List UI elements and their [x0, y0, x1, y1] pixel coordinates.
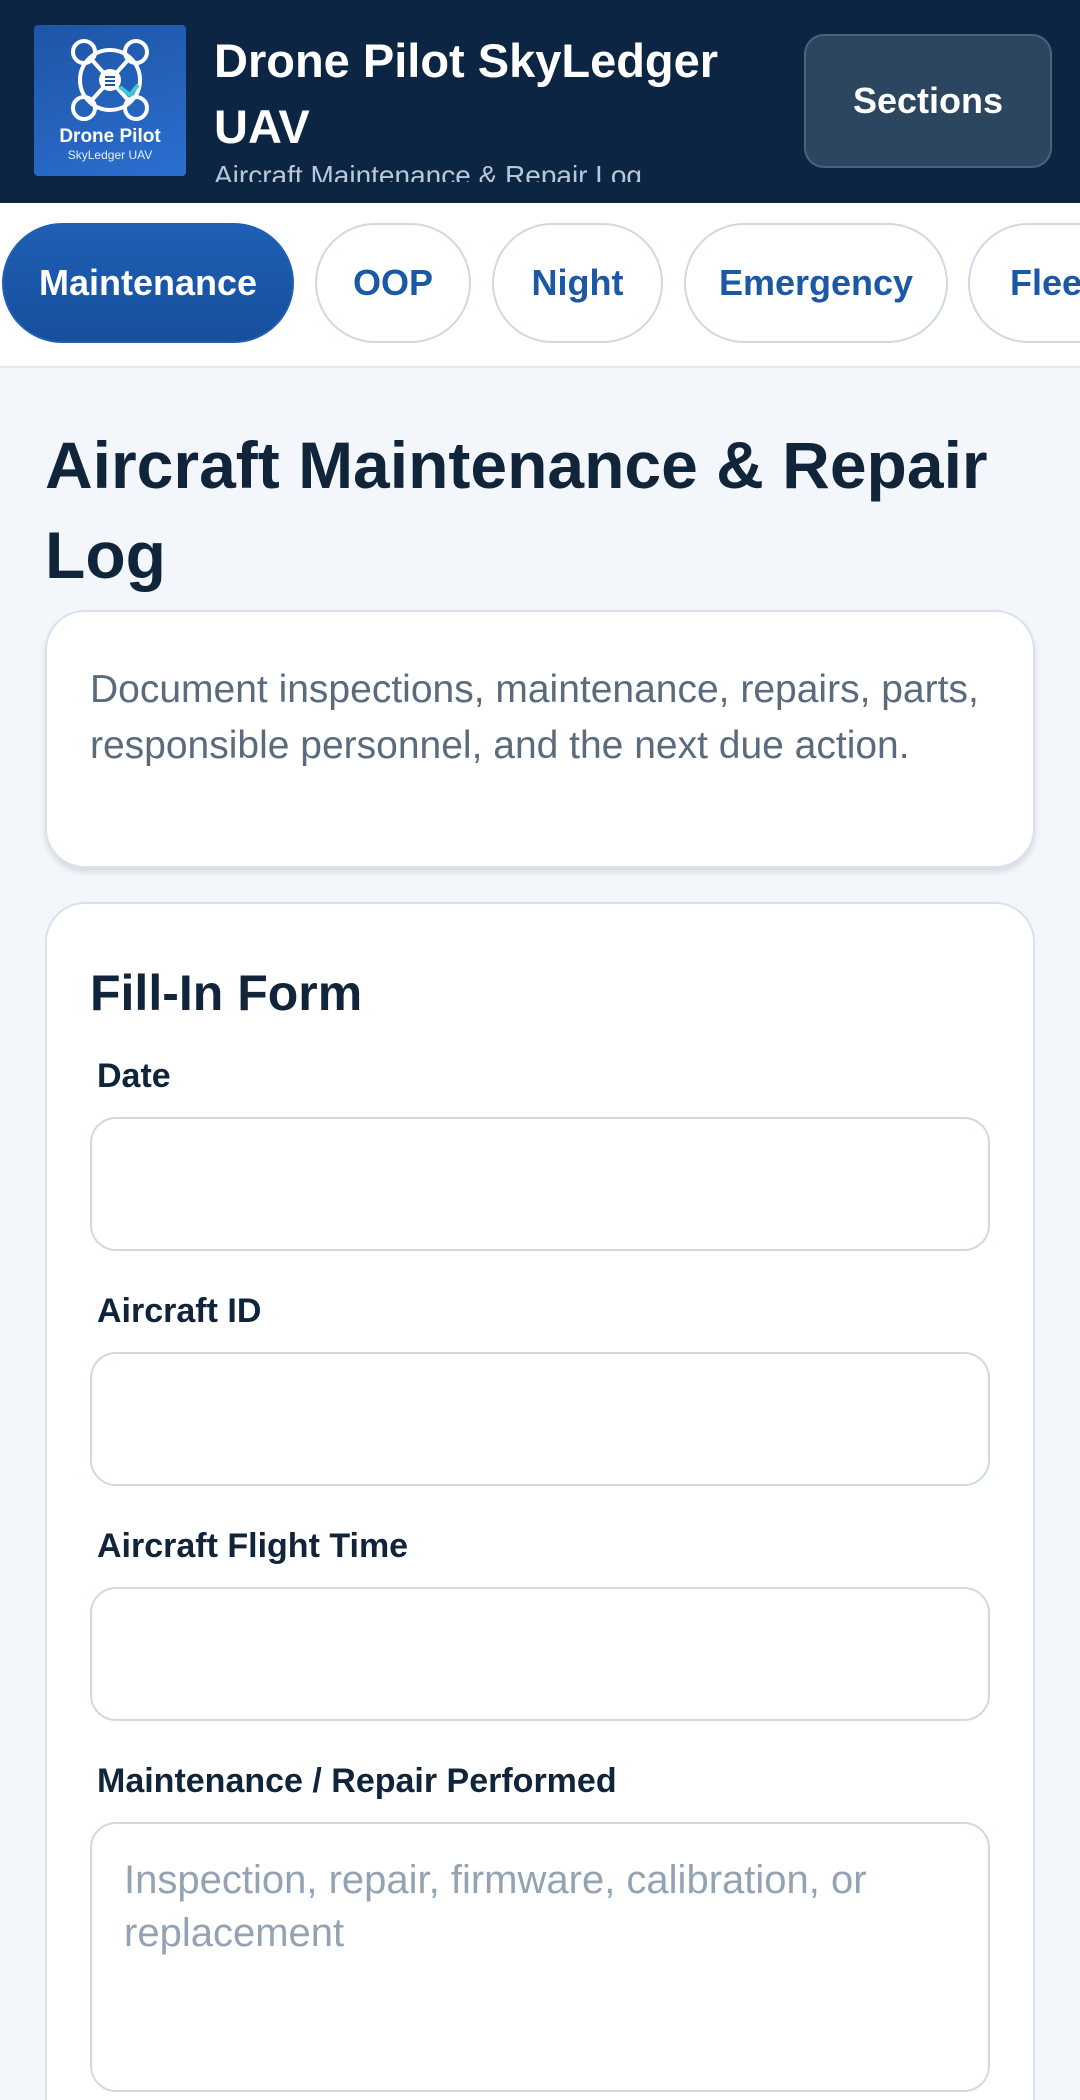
app-header: Drone Pilot SkyLedger UAV Drone Pilot Sk…	[0, 0, 1080, 203]
description-card: Document inspections, maintenance, repai…	[45, 610, 1035, 868]
maintenance-performed-label: Maintenance / Repair Performed	[97, 1762, 617, 1800]
logo-title: Drone Pilot	[59, 126, 161, 147]
date-label: Date	[97, 1057, 171, 1095]
section-tabs: Maintenance OOP Night Emergency Fleet	[0, 203, 1080, 368]
flight-time-label: Aircraft Flight Time	[97, 1527, 409, 1565]
maintenance-performed-textarea[interactable]	[90, 1822, 990, 2092]
tab-fleet[interactable]: Fleet	[968, 223, 1080, 343]
page-title: Aircraft Maintenance & Repair Log	[45, 428, 988, 592]
tab-maintenance[interactable]: Maintenance	[2, 223, 294, 343]
app-logo: Drone Pilot SkyLedger UAV	[34, 25, 186, 176]
flight-time-input[interactable]	[90, 1587, 990, 1721]
logo-subtitle: SkyLedger UAV	[67, 148, 153, 162]
tab-oop[interactable]: OOP	[315, 223, 471, 343]
aircraft-id-input[interactable]	[90, 1352, 990, 1486]
date-input[interactable]	[90, 1117, 990, 1251]
form-title: Fill-In Form	[90, 965, 363, 1021]
fill-in-form: Fill-In Form Date Aircraft ID Aircraft F…	[45, 902, 1035, 2100]
app-title: Drone Pilot SkyLedger UAV	[214, 34, 719, 153]
description-text: Document inspections, maintenance, repai…	[90, 668, 979, 767]
drone-icon	[71, 39, 149, 121]
tab-night[interactable]: Night	[492, 223, 663, 343]
sections-button[interactable]: Sections	[804, 34, 1052, 168]
app-subtitle: Aircraft Maintenance & Repair Log	[214, 162, 642, 182]
aircraft-id-label: Aircraft ID	[97, 1292, 262, 1330]
tab-emergency[interactable]: Emergency	[684, 223, 948, 343]
